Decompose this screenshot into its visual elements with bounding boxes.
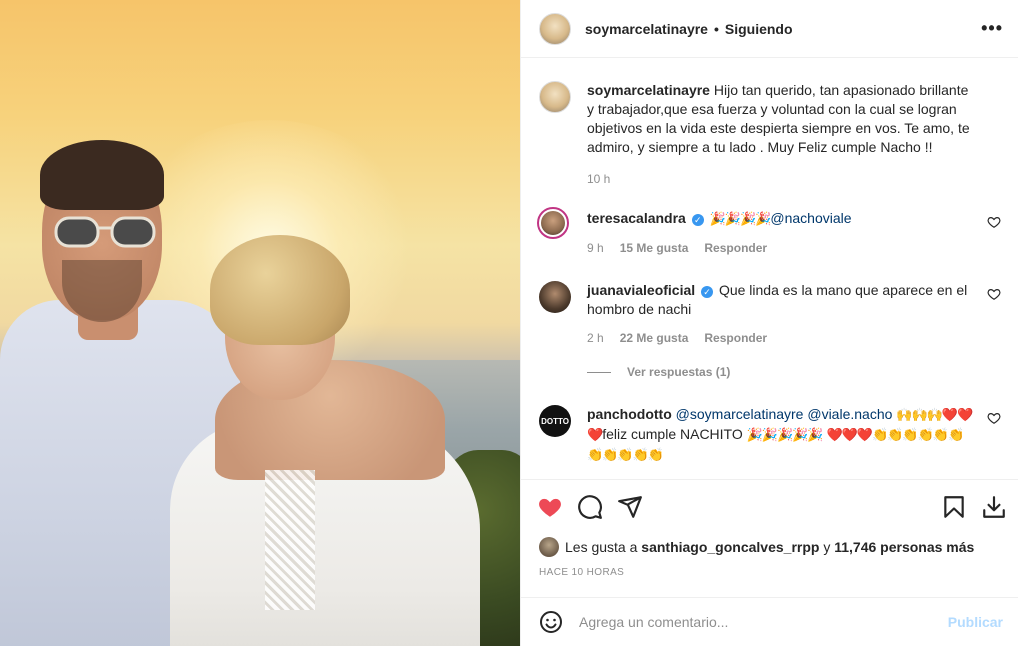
man-hair — [40, 140, 164, 210]
comment-emoji: 🎉🎉🎉🎉🎉 — [746, 428, 824, 443]
comment-icon[interactable] — [577, 494, 603, 520]
add-comment-bar: Publicar — [521, 597, 1018, 646]
lace-detail — [265, 470, 315, 610]
comment-likes[interactable]: 22 Me gusta — [620, 331, 689, 345]
comment-username[interactable]: juanavialeoficial — [587, 282, 695, 298]
verified-badge-icon: ✓ — [691, 214, 704, 226]
sunglasses — [54, 216, 156, 248]
view-replies-button[interactable]: Ver respuestas (1) — [587, 365, 730, 379]
post-dialog: soymarcelatinayre • Siguiendo ••• soymar… — [0, 0, 1018, 646]
emoji-smile-icon[interactable] — [539, 610, 563, 634]
avatar[interactable] — [539, 12, 571, 45]
heart-filled-icon[interactable] — [537, 494, 563, 520]
replies-divider — [587, 371, 611, 373]
heart-icon[interactable] — [987, 411, 1001, 425]
header-username[interactable]: soymarcelatinayre — [585, 21, 708, 37]
likes-prefix: Les gusta a — [565, 539, 638, 555]
comment-mention[interactable]: @soymarcelatinayre — [676, 406, 804, 422]
liker-avatar — [539, 537, 559, 557]
comment-time[interactable]: 2 h — [587, 331, 604, 345]
likes-middle: y — [823, 539, 831, 555]
woman-hair — [210, 235, 350, 345]
comment-username[interactable]: teresacalandra — [587, 210, 686, 226]
comment-item: DOTTO panchodotto @soymarcelatinayre @vi… — [539, 405, 1001, 465]
comment-likes[interactable]: 15 Me gusta — [620, 241, 689, 255]
reply-button[interactable]: Responder — [704, 241, 767, 255]
post-header: soymarcelatinayre • Siguiendo ••• — [521, 0, 1018, 58]
likes-count[interactable]: 11,746 personas más — [834, 539, 974, 555]
caption-time[interactable]: 10 h — [587, 172, 610, 186]
avatar[interactable] — [539, 281, 571, 313]
comment-item: teresacalandra ✓ 🎉🎉🎉🎉@nachoviale 9 h 15 … — [537, 207, 1001, 255]
action-bar — [521, 479, 1018, 535]
comment-emoji: 🎉🎉🎉🎉 — [709, 212, 772, 227]
post-panel: soymarcelatinayre • Siguiendo ••• soymar… — [520, 0, 1018, 646]
comment-item: juanavialeoficial ✓ Que linda es la mano… — [539, 281, 1001, 345]
download-icon[interactable] — [981, 494, 1007, 520]
likes-summary[interactable]: Les gusta a santhiago_goncalves_rrpp y 1… — [539, 537, 974, 557]
more-options-icon[interactable]: ••• — [981, 18, 1003, 39]
separator-dot: • — [713, 20, 719, 37]
avatar-text: DOTTO — [541, 416, 569, 426]
follow-status-button[interactable]: Siguiendo — [725, 21, 793, 37]
comment-mention[interactable]: @nachoviale — [770, 210, 851, 226]
reply-button[interactable]: Responder — [704, 331, 767, 345]
view-replies-label: Ver respuestas (1) — [627, 365, 731, 379]
comment-time[interactable]: 9 h — [587, 241, 604, 255]
heart-icon[interactable] — [987, 215, 1001, 229]
verified-badge-icon: ✓ — [701, 286, 714, 298]
liker-username[interactable]: santhiago_goncalves_rrpp — [641, 539, 819, 555]
bookmark-icon[interactable] — [941, 494, 967, 520]
caption-username[interactable]: soymarcelatinayre — [587, 82, 710, 98]
avatar[interactable] — [537, 207, 569, 239]
comment-username[interactable]: panchodotto — [587, 406, 672, 422]
comment-text: feliz cumple NACHITO — [602, 426, 743, 442]
share-icon[interactable] — [617, 494, 643, 520]
caption: soymarcelatinayre Hijo tan querido, tan … — [539, 81, 1001, 186]
comment-input[interactable] — [579, 614, 919, 630]
heart-icon[interactable] — [987, 287, 1001, 301]
post-timestamp[interactable]: HACE 10 HORAS — [539, 567, 624, 578]
post-comment-button[interactable]: Publicar — [948, 614, 1003, 630]
comments-list[interactable]: soymarcelatinayre Hijo tan querido, tan … — [521, 59, 1018, 479]
post-photo[interactable] — [0, 0, 520, 646]
avatar[interactable]: DOTTO — [539, 405, 571, 437]
comment-mention[interactable]: @viale.nacho — [807, 406, 892, 422]
avatar[interactable] — [539, 81, 571, 113]
